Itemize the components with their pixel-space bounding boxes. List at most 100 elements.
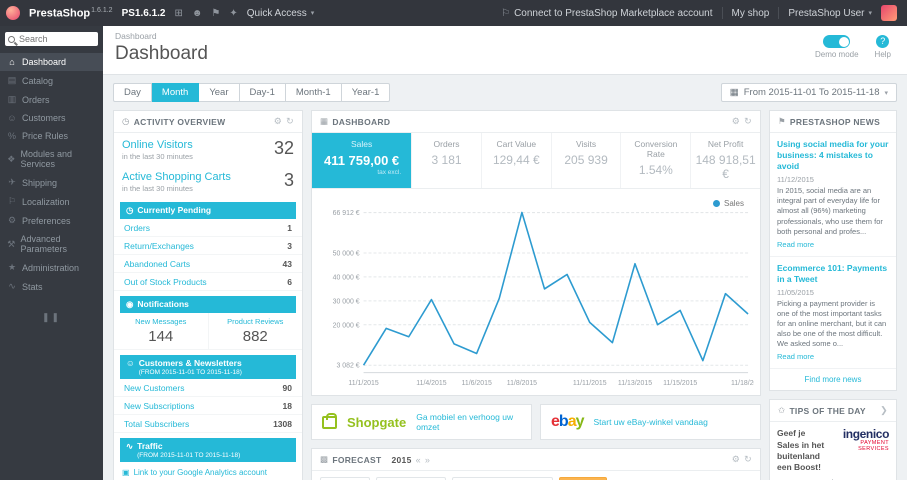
sidebar-item-orders[interactable]: ▥ Orders — [0, 90, 103, 109]
prev-year-button[interactable]: « — [416, 455, 421, 465]
svg-text:40 000 €: 40 000 € — [333, 274, 360, 281]
pending-orders-link[interactable]: Orders — [124, 223, 150, 233]
toggle-icon[interactable] — [823, 35, 851, 48]
sidebar-item-advanced-parameters[interactable]: ⚒ Advanced Parameters — [0, 230, 103, 258]
chevron-down-icon: ▾ — [884, 89, 888, 97]
sidebar-item-price-rules[interactable]: % Price Rules — [0, 127, 103, 145]
period-button-group: Day Month Year Day-1 Month-1 Year-1 — [113, 83, 391, 102]
sidebar-item-modules[interactable]: ❖ Modules and Services — [0, 145, 103, 173]
quick-access-menu[interactable]: Quick Access ▾ — [247, 8, 315, 19]
forecast-panel-title: Forecast — [332, 454, 382, 465]
gear-icon[interactable]: ⚙ — [732, 454, 740, 465]
ebay-promo[interactable]: ebay Start uw eBay-winkel vandaag — [540, 404, 761, 440]
ebay-link[interactable]: Start uw eBay-winkel vandaag — [594, 417, 708, 427]
demo-mode-toggle[interactable]: Demo mode — [815, 35, 859, 59]
sidebar-item-catalog[interactable]: ▤ Catalog — [0, 71, 103, 90]
find-more-news-link[interactable]: Find more news — [770, 369, 896, 390]
gear-icon: ⚙ — [7, 215, 17, 225]
date-range-button[interactable]: ▦ From 2015-11-01 To 2015-11-18 ▾ — [720, 83, 897, 102]
marketplace-link[interactable]: ⚐ Connect to PrestaShop Marketplace accou… — [501, 8, 712, 19]
new-subscriptions-link[interactable]: New Subscriptions — [124, 401, 194, 411]
online-visitors-sub: in the last 30 minutes — [122, 152, 193, 161]
kpi-cart-value[interactable]: Cart Value 129,44 € — [482, 133, 552, 188]
kpi-sales-value: 411 759,00 € — [323, 153, 400, 168]
search-input[interactable] — [19, 34, 95, 44]
sidebar-item-stats[interactable]: ∿ Stats — [0, 277, 103, 296]
period-button-year-1[interactable]: Year-1 — [341, 83, 391, 102]
pending-row-out-of-stock[interactable]: Out of Stock Products 6 — [114, 273, 302, 291]
sidebar-collapse-handle[interactable]: ❚❚ — [42, 312, 61, 323]
next-year-button[interactable]: » — [425, 455, 430, 465]
news-headline-link[interactable]: Using social media for your business: 4 … — [777, 139, 889, 172]
kpi-net-profit[interactable]: Net Profit 148 918,51 € — [691, 133, 760, 188]
gear-icon[interactable]: ⚙ — [274, 116, 282, 127]
new-subscriptions-row[interactable]: New Subscriptions 18 — [114, 397, 302, 415]
pending-row-orders[interactable]: Orders 1 — [114, 219, 302, 237]
refresh-icon[interactable]: ↻ — [744, 116, 752, 127]
period-button-day-1[interactable]: Day-1 — [239, 83, 286, 102]
user-menu[interactable]: PrestaShop User ▾ — [788, 8, 872, 19]
help-icon[interactable]: ? — [876, 35, 890, 48]
period-button-day[interactable]: Day — [113, 83, 152, 102]
customers-icon[interactable]: ☻ — [192, 8, 203, 19]
online-visitors-value: 32 — [273, 138, 294, 158]
sidebar-search[interactable] — [5, 32, 98, 46]
ingenico-logo: ingenico payment services — [834, 428, 890, 472]
pending-row-abandoned-carts[interactable]: Abandoned Carts 43 — [114, 255, 302, 273]
total-subscribers-link[interactable]: Total Subscribers — [124, 419, 189, 429]
read-more-link[interactable]: Read more — [777, 352, 814, 361]
pending-returns-link[interactable]: Return/Exchanges — [124, 241, 194, 251]
shopgate-link[interactable]: Ga mobiel en verhoog uw omzet — [416, 412, 521, 432]
sidebar-item-shipping[interactable]: ✈ Shipping — [0, 173, 103, 192]
ingenico-brand-sub: payment services — [858, 440, 889, 453]
traffic-icon: ∿ — [126, 441, 134, 451]
promo-row: Shopgate Ga mobiel en verhoog uw omzet e… — [311, 404, 761, 440]
pending-row-returns[interactable]: Return/Exchanges 3 — [114, 237, 302, 255]
period-button-month[interactable]: Month — [151, 83, 200, 102]
sidebar-item-dashboard[interactable]: ⌂ Dashboard — [0, 53, 103, 71]
catalog-icon: ▤ — [7, 75, 17, 85]
cart-icon[interactable]: ⊞ — [174, 8, 182, 19]
rocket-icon[interactable]: ✦ — [229, 8, 237, 19]
topbar-right: ⚐ Connect to PrestaShop Marketplace accou… — [501, 5, 897, 21]
chart-legend[interactable]: Sales — [712, 199, 744, 208]
new-customers-row[interactable]: New Customers 90 — [114, 379, 302, 397]
kpi-conversion-rate[interactable]: Conversion Rate 1.54% — [621, 133, 692, 188]
page-title: Dashboard — [115, 43, 208, 64]
kpi-orders-label: Orders — [433, 139, 460, 149]
new-customers-link[interactable]: New Customers — [124, 383, 184, 393]
period-button-month-1[interactable]: Month-1 — [285, 83, 342, 102]
gear-icon[interactable]: ⚙ — [732, 116, 740, 127]
chevron-right-icon[interactable]: ❯ — [880, 405, 888, 416]
customers-subtitle: (FROM 2015-11-01 TO 2015-11-18) — [138, 369, 242, 376]
google-analytics-link[interactable]: ▣ Link to your Google Analytics account — [114, 462, 302, 480]
total-subscribers-row[interactable]: Total Subscribers 1308 — [114, 415, 302, 433]
help-button[interactable]: ? Help — [875, 35, 891, 59]
dashboard-columns: ◷ Activity overview ⚙ ↻ Online Visitors … — [103, 110, 907, 480]
avatar[interactable] — [881, 5, 897, 21]
sidebar-item-label: Catalog — [22, 75, 54, 86]
shopgate-promo[interactable]: Shopgate Ga mobiel en verhoog uw omzet — [311, 404, 532, 440]
my-shop-link[interactable]: My shop — [732, 8, 770, 19]
kpi-sales[interactable]: Sales 411 759,00 € tax excl. — [312, 133, 413, 188]
product-reviews-stat[interactable]: Product Reviews 882 — [207, 313, 303, 349]
kpi-net-profit-label: Net Profit — [707, 139, 744, 149]
news-date: 11/05/2015 — [777, 287, 814, 297]
dashboard-panel-title: Dashboard — [332, 116, 391, 127]
read-more-link[interactable]: Read more — [777, 240, 814, 249]
kpi-visits[interactable]: Visits 205 939 — [552, 133, 622, 188]
period-button-year[interactable]: Year — [199, 83, 240, 102]
sidebar-item-administration[interactable]: ★ Administration — [0, 258, 103, 277]
abandoned-carts-link[interactable]: Abandoned Carts — [124, 259, 190, 269]
sidebar-item-customers[interactable]: ☺ Customers — [0, 109, 103, 127]
refresh-icon[interactable]: ↻ — [286, 116, 294, 127]
sidebar-item-preferences[interactable]: ⚙ Preferences — [0, 211, 103, 230]
shop-name-link[interactable]: PS1.6.1.2 — [122, 8, 166, 19]
sidebar-item-localization[interactable]: ⚐ Localization — [0, 192, 103, 211]
out-of-stock-link[interactable]: Out of Stock Products — [124, 277, 207, 287]
megaphone-icon[interactable]: ⚑ — [211, 8, 220, 19]
refresh-icon[interactable]: ↻ — [744, 454, 752, 465]
new-messages-stat[interactable]: New Messages 144 — [114, 313, 208, 349]
kpi-orders[interactable]: Orders 3 181 — [412, 133, 482, 188]
news-headline-link[interactable]: Ecommerce 101: Payments in a Tweet — [777, 263, 889, 285]
